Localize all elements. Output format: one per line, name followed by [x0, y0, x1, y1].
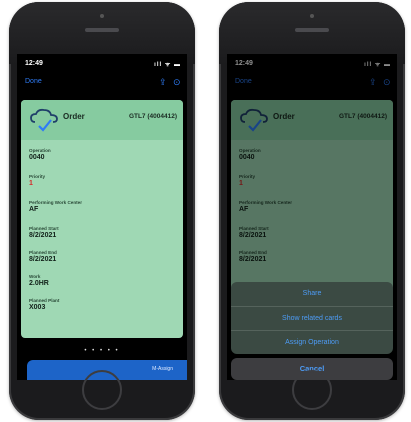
cloud-check-icon	[30, 108, 58, 132]
card-title: Order	[63, 112, 85, 121]
card-header: Order GTL7 (4004412)	[21, 100, 183, 140]
field-priority: Priority 1	[29, 174, 45, 187]
field-label: Performing Work Center	[29, 200, 83, 205]
field-value: 2.0HR	[29, 280, 49, 287]
field-label: Planned End	[29, 250, 57, 255]
field-operation: Operation 0040	[29, 148, 51, 161]
field-label: Work	[29, 274, 41, 279]
field-work: Work 2.0HR	[29, 274, 49, 287]
status-time: 12:49	[25, 60, 43, 67]
field-label: Planned Plant	[29, 298, 60, 303]
screen: 12:49 ıll ᯤ ▬ Done ⇪ ⊙ Order GTL7 (40044…	[227, 54, 397, 380]
field-value: 8/2/2021	[29, 256, 57, 263]
done-button[interactable]: Done	[25, 78, 42, 85]
share-action[interactable]: Share	[231, 282, 393, 306]
assign-operation-action[interactable]: Assign Operation	[231, 330, 393, 354]
phone-left: 12:49 ıll ᯤ ▬ Done ⇪ ⊙ Order GTL7 (40044…	[9, 2, 195, 420]
home-button[interactable]	[82, 370, 122, 410]
page-indicator[interactable]: • • • • •	[17, 348, 187, 354]
camera	[310, 14, 314, 18]
field-value: 1	[29, 180, 33, 187]
stage: 12:49 ıll ᯤ ▬ Done ⇪ ⊙ Order GTL7 (40044…	[0, 0, 411, 422]
speaker	[85, 28, 119, 32]
more-icon[interactable]: ⊙	[173, 77, 181, 88]
status-icons: ıll ᯤ ▬	[154, 62, 181, 68]
field-planned-plant: Planned Plant X003	[29, 298, 59, 311]
speaker	[295, 28, 329, 32]
screen: 12:49 ıll ᯤ ▬ Done ⇪ ⊙ Order GTL7 (40044…	[17, 54, 187, 380]
phone-right: 12:49 ıll ᯤ ▬ Done ⇪ ⊙ Order GTL7 (40044…	[219, 2, 405, 420]
home-button[interactable]	[292, 370, 332, 410]
field-value: 0040	[29, 154, 45, 161]
field-label: Priority	[29, 174, 46, 179]
field-value: 8/2/2021	[29, 232, 57, 239]
field-value: X003	[29, 304, 46, 311]
order-card[interactable]: Order GTL7 (4004412) Operation 0040 Prio…	[21, 100, 183, 338]
next-card-label: M-Assign	[152, 366, 173, 372]
share-icon[interactable]: ⇪	[159, 77, 167, 88]
field-label: Operation	[29, 148, 51, 153]
nav-bar: Done ⇪ ⊙	[17, 77, 187, 92]
field-value: AF	[29, 206, 39, 213]
field-label: Planned Start	[29, 226, 59, 231]
camera	[100, 14, 104, 18]
show-related-cards-action[interactable]: Show related cards	[231, 306, 393, 330]
action-sheet: Share Show related cards Assign Operatio…	[231, 282, 393, 354]
status-bar: 12:49 ıll ᯤ ▬	[17, 60, 187, 72]
field-work-center: Performing Work Center AF	[29, 200, 82, 213]
card-id: GTL7 (4004412)	[128, 113, 177, 120]
field-planned-end: Planned End 8/2/2021	[29, 250, 57, 263]
field-planned-start: Planned Start 8/2/2021	[29, 226, 59, 239]
